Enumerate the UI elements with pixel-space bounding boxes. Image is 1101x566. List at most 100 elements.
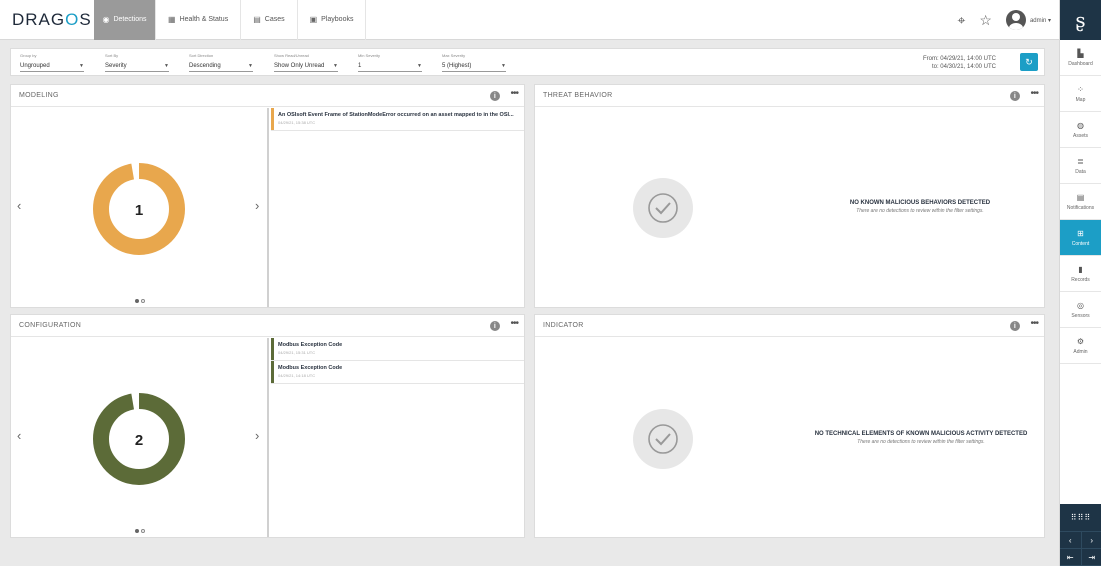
caret-down-icon: ▼ (164, 62, 169, 69)
tab-label: Playbooks (321, 16, 354, 23)
date-range[interactable]: From: 04/29/21, 14:00 UTC to: 04/30/21, … (923, 55, 996, 71)
list-item[interactable]: An OSIsoft Event Frame of StationModeErr… (271, 108, 524, 131)
carousel-dot[interactable] (141, 299, 145, 303)
max-severity-select[interactable]: Max Severity 5 (Highest) ▼ (442, 53, 506, 72)
tab-playbooks[interactable]: ▣ Playbooks (298, 0, 367, 40)
donut-count: 2 (135, 432, 143, 449)
records-icon: ▮ (1078, 264, 1083, 274)
filter-label: Sort Direction (189, 53, 214, 58)
configuration-panel: CONFIGURATION i ••• ‹ 2 › Modbus Excepti… (10, 314, 525, 538)
chevron-left-icon[interactable]: ‹ (17, 198, 21, 213)
empty-subtitle: There are no detections to review within… (856, 208, 984, 214)
filter-value: 5 (Highest) (442, 62, 472, 69)
data-icon: ≣ (1077, 156, 1084, 166)
empty-message: NO TECHNICAL ELEMENTS OF KNOWN MALICIOUS… (805, 431, 1037, 445)
list-item[interactable]: Modbus Exception Code 04/29/21, 14:18 UT… (271, 361, 524, 384)
content-icon: ⊞ (1077, 228, 1084, 238)
read-unread-select[interactable]: Show Read/Unread Show Only Unread ▼ (274, 53, 338, 72)
carousel-dot[interactable] (135, 529, 139, 533)
sensors-icon: ◎ (1077, 300, 1084, 310)
refresh-button[interactable]: ↻ (1020, 53, 1038, 71)
expand-icon[interactable]: ⇥ (1082, 549, 1101, 565)
filter-label: Min Severity (358, 53, 381, 58)
dashboard-icon: ▙ (1077, 48, 1084, 58)
dragos-logo[interactable]: DRAG O S (0, 0, 94, 40)
grid-icon: ▦ (168, 15, 176, 24)
keyboard-icon[interactable]: ⠿⠿⠿ (1060, 504, 1101, 532)
info-icon[interactable]: i (1010, 91, 1020, 101)
chevron-right-icon[interactable]: › (255, 428, 259, 443)
book-icon: ▣ (309, 15, 318, 24)
panel-title: CONFIGURATION (19, 322, 82, 329)
sort-by-select[interactable]: Sort By Severity ▼ (105, 53, 169, 72)
star-icon[interactable]: ☆ (979, 12, 992, 29)
collapse-icon[interactable]: ⇤ (1060, 549, 1082, 565)
caret-down-icon: ▼ (248, 62, 253, 69)
modeling-panel: MODELING i ••• ‹ 1 › An OSIsoft Event Fr… (10, 84, 525, 308)
crosshair-icon[interactable]: ⌖ (958, 12, 966, 29)
info-icon[interactable]: i (490, 91, 500, 101)
group-by-select[interactable]: Group by Ungrouped ▼ (20, 53, 84, 72)
sidebar-item-dashboard[interactable]: ▙ Dashboard (1060, 40, 1101, 76)
tab-detections[interactable]: ◉ Detections (94, 0, 156, 40)
panel-title: THREAT BEHAVIOR (543, 92, 613, 99)
tab-label: Health & Status (179, 16, 229, 23)
item-date: 04/29/21, 15:31 UTC (278, 350, 316, 355)
carousel-dots (135, 299, 145, 303)
carousel-dot[interactable] (135, 299, 139, 303)
info-icon[interactable]: i (490, 321, 500, 331)
dragos-emblem-icon[interactable]: ʂ (1060, 0, 1101, 40)
caret-down-icon: ▼ (333, 62, 338, 69)
carousel: ‹ 2 › (11, 338, 269, 537)
empty-message: NO KNOWN MALICIOUS BEHAVIORS DETECTED Th… (835, 200, 1005, 214)
eye-icon: ◉ (102, 15, 110, 24)
more-options-icon[interactable]: ••• (1030, 88, 1038, 99)
map-icon: ⁘ (1077, 84, 1084, 94)
item-title: Modbus Exception Code (278, 342, 343, 348)
sidebar-item-map[interactable]: ⁘ Map (1060, 76, 1101, 112)
user-menu[interactable]: admin ▾ (1030, 17, 1051, 24)
right-sidebar: ʂ ▙ Dashboard ⁘ Map ◍ Assets ≣ Data ▤ Notific… (1059, 0, 1101, 566)
sidebar-item-content[interactable]: ⊞ Content (1060, 220, 1101, 256)
donut-count: 1 (135, 202, 143, 219)
top-bar: DRAG O S ◉ Detections ▦ Health & Status ▤ … (0, 0, 1059, 40)
item-title: An OSIsoft Event Frame of StationModeErr… (278, 112, 514, 118)
list-item[interactable]: Modbus Exception Code 04/29/21, 15:31 UT… (271, 338, 524, 361)
chevron-right-icon[interactable]: › (255, 198, 259, 213)
panel-title: MODELING (19, 92, 59, 99)
chevron-left-icon[interactable]: ‹ (1060, 532, 1082, 548)
sidebar-item-data[interactable]: ≣ Data (1060, 148, 1101, 184)
more-options-icon[interactable]: ••• (510, 88, 518, 99)
donut-chart[interactable]: 2 (91, 391, 187, 487)
sidebar-item-sensors[interactable]: ◎ Sensors (1060, 292, 1101, 328)
avatar[interactable] (1005, 10, 1026, 30)
more-options-icon[interactable]: ••• (1030, 318, 1038, 329)
tab-cases[interactable]: ▤ Cases (241, 0, 298, 40)
donut-chart[interactable]: 1 (91, 161, 187, 257)
indicator-panel: INDICATOR i ••• NO TECHNICAL ELEMENTS OF… (534, 314, 1045, 538)
chevron-right-icon[interactable]: › (1082, 532, 1101, 548)
empty-state: NO TECHNICAL ELEMENTS OF KNOWN MALICIOUS… (535, 338, 1044, 537)
empty-title: NO TECHNICAL ELEMENTS OF KNOWN MALICIOUS… (814, 431, 1028, 437)
check-circle-icon (633, 409, 693, 469)
refresh-icon: ↻ (1025, 56, 1033, 67)
sidebar-item-records[interactable]: ▮ Records (1060, 256, 1101, 292)
sidebar-item-admin[interactable]: ⚙ Admin (1060, 328, 1101, 364)
detection-list: Modbus Exception Code 04/29/21, 15:31 UT… (271, 338, 524, 384)
carousel-dot[interactable] (141, 529, 145, 533)
folder-icon: ▤ (253, 15, 261, 24)
sidebar-item-notifications[interactable]: ▤ Notifications (1060, 184, 1101, 220)
info-icon[interactable]: i (1010, 321, 1020, 331)
empty-title: NO KNOWN MALICIOUS BEHAVIORS DETECTED (849, 200, 991, 206)
more-options-icon[interactable]: ••• (510, 318, 518, 329)
sidebar-item-assets[interactable]: ◍ Assets (1060, 112, 1101, 148)
min-severity-select[interactable]: Min Severity 1 ▼ (358, 53, 422, 72)
tab-health-status[interactable]: ▦ Health & Status (156, 0, 242, 40)
filter-value: Descending (189, 62, 221, 69)
sort-direction-select[interactable]: Sort Direction Descending ▼ (189, 53, 253, 72)
chevron-left-icon[interactable]: ‹ (17, 428, 21, 443)
filter-value: Ungrouped (20, 62, 50, 69)
item-date: 04/29/21, 15:38 UTC (278, 120, 316, 125)
filter-label: Sort By (105, 53, 119, 58)
date-to: to: 04/30/21, 14:00 UTC (931, 64, 996, 70)
